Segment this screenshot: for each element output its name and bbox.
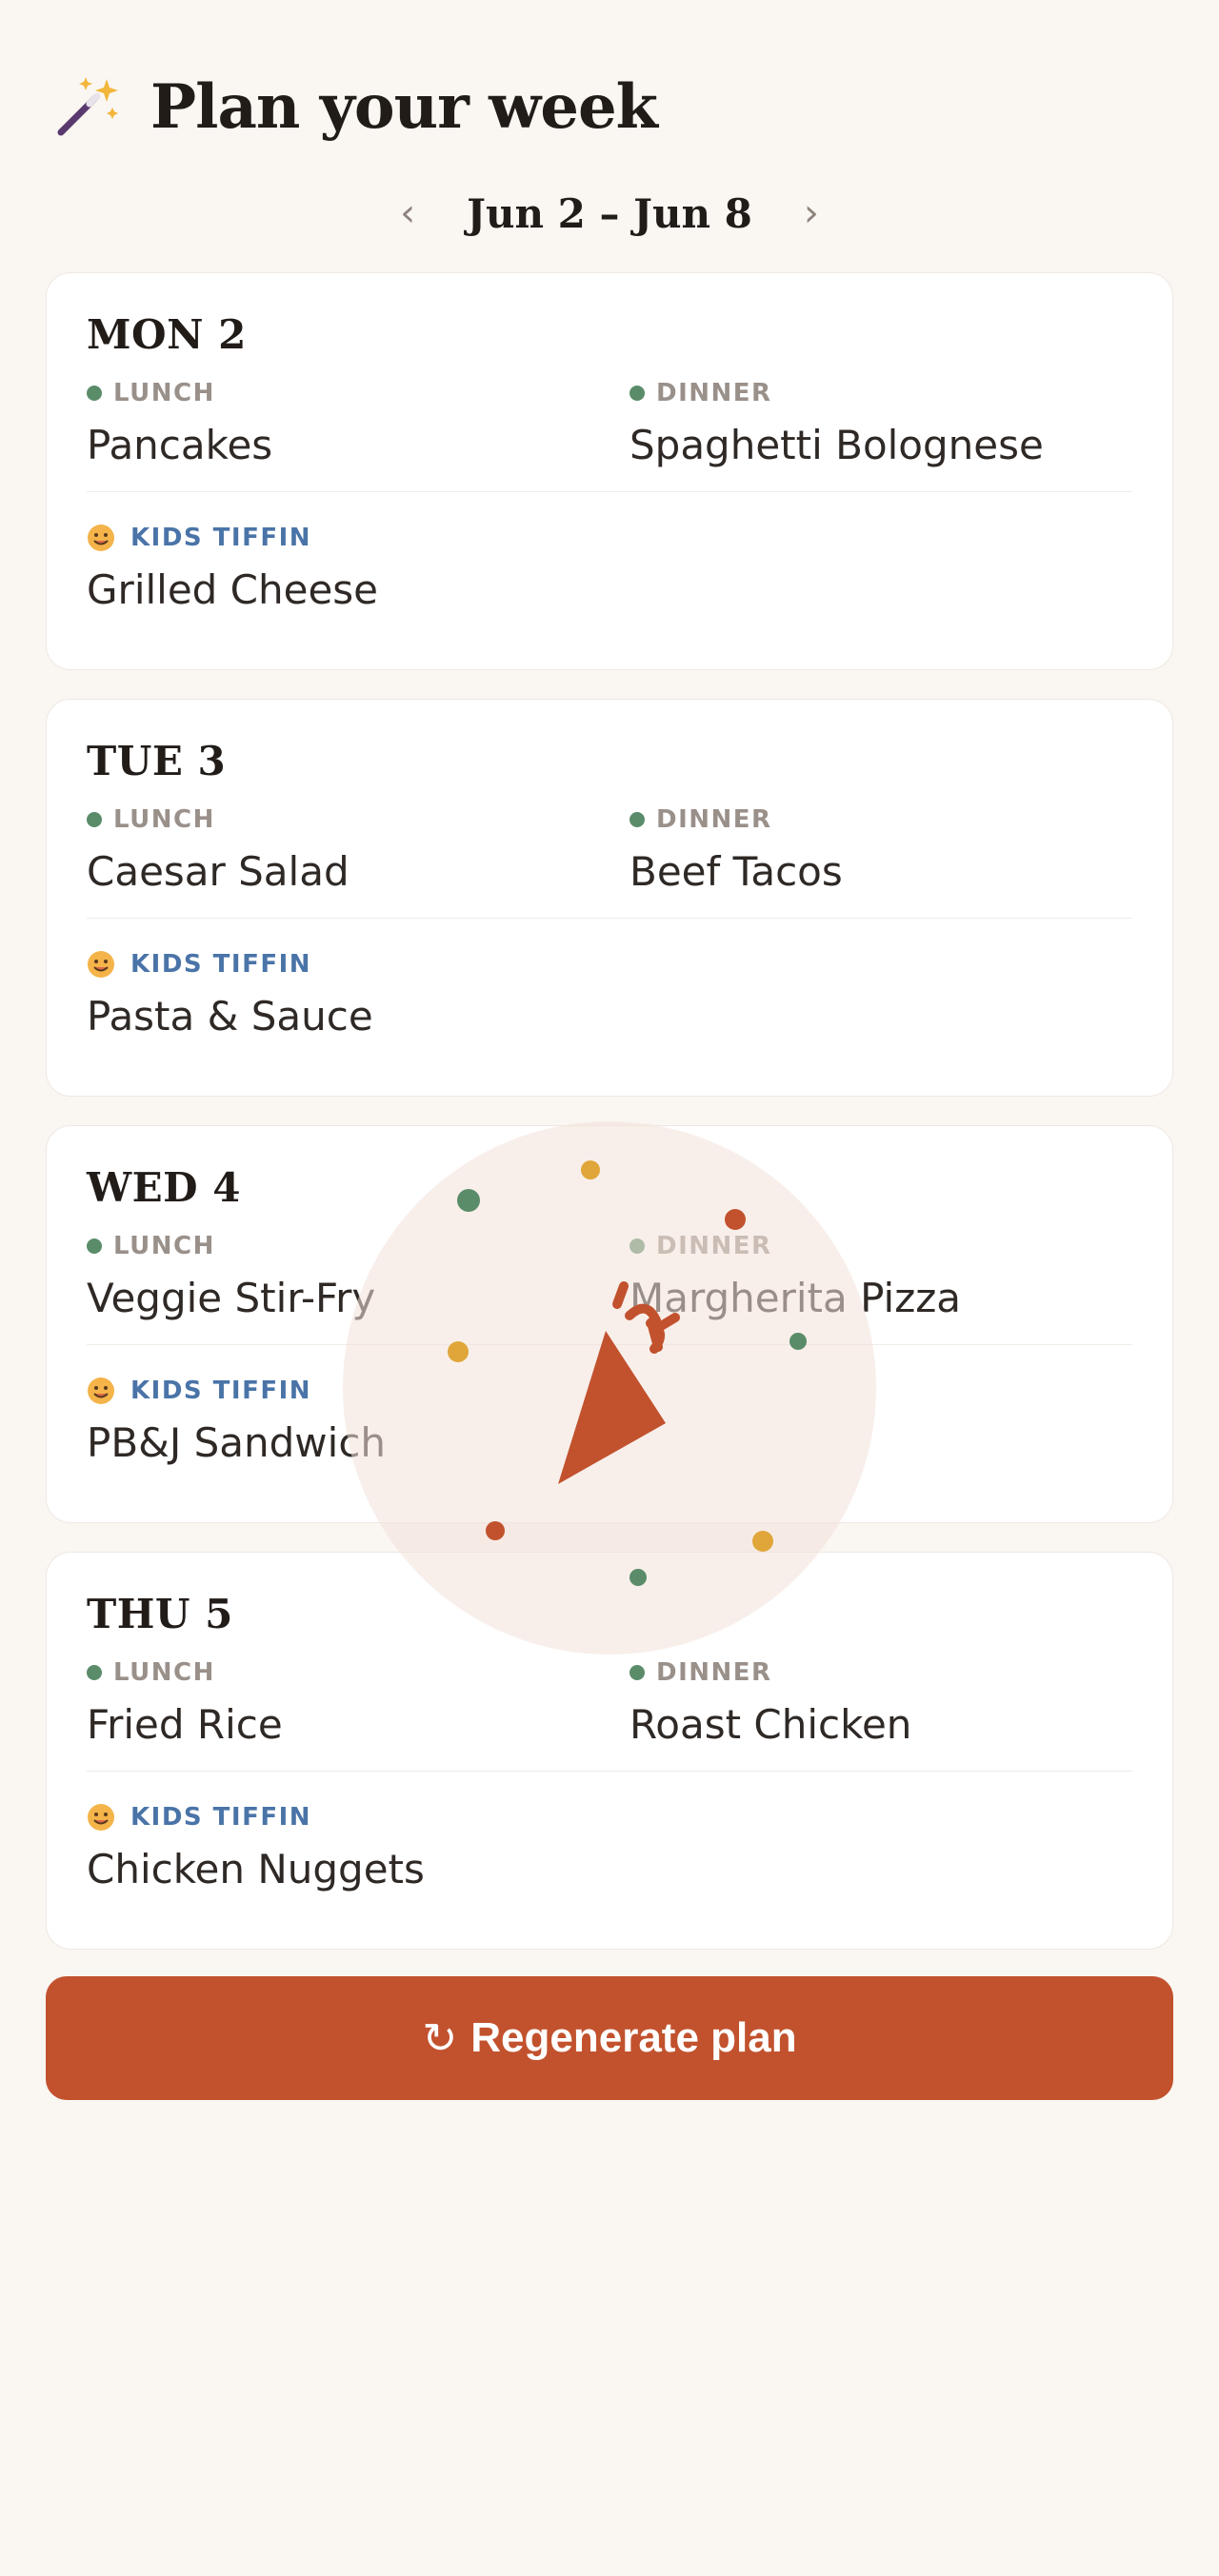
lunch-value: Caesar Salad — [87, 848, 350, 895]
page-title: Plan your week — [150, 70, 658, 143]
dinner-label-text: DINNER — [656, 379, 772, 407]
lunch-dot-icon — [87, 1665, 102, 1680]
lunch-label-text: LUNCH — [113, 1232, 215, 1260]
day-card: TUE 3 LUNCH Caesar Salad DINNER Beef Tac… — [46, 699, 1173, 1097]
smiley-face-icon — [88, 1377, 114, 1404]
lunch-dot-icon — [87, 1238, 102, 1254]
week-range: Jun 2 – Jun 8 — [467, 189, 752, 237]
page: Plan your week ‹ Jun 2 – Jun 8 › MON 2 L… — [0, 50, 1219, 2100]
dinner-dot-icon — [629, 386, 645, 401]
dinner-slot[interactable]: DINNER Roast Chicken — [629, 1655, 911, 1748]
kids-tiffin-slot[interactable]: KIDS TIFFIN Grilled Cheese — [87, 521, 1132, 613]
meals-row: LUNCH Veggie Stir-Fry DINNER Margherita … — [87, 1229, 1132, 1345]
day-title: THU 5 — [87, 1591, 233, 1637]
kids-tiffin-label: KIDS TIFFIN — [87, 521, 1132, 555]
lunch-value: Veggie Stir-Fry — [87, 1275, 376, 1321]
kids-tiffin-slot[interactable]: KIDS TIFFIN Pasta & Sauce — [87, 947, 1132, 1040]
week-navigator: ‹ Jun 2 – Jun 8 › — [46, 175, 1173, 251]
regenerate-plan-label: Regenerate plan — [470, 2014, 797, 2061]
day-title: TUE 3 — [87, 738, 227, 784]
lunch-label-text: LUNCH — [113, 805, 215, 834]
dinner-dot-icon — [629, 812, 645, 827]
lunch-label: LUNCH — [87, 1655, 629, 1690]
previous-week-button[interactable]: ‹ — [379, 194, 436, 232]
dinner-label: DINNER — [629, 376, 1044, 410]
meals-row: LUNCH Caesar Salad DINNER Beef Tacos — [87, 803, 1132, 919]
kids-tiffin-label: KIDS TIFFIN — [87, 1800, 1132, 1834]
dinner-label-text: DINNER — [656, 1658, 772, 1687]
day-card: MON 2 LUNCH Pancakes DINNER Spaghetti Bo… — [46, 272, 1173, 670]
dinner-slot[interactable]: DINNER Margherita Pizza — [629, 1229, 961, 1321]
day-title: WED 4 — [87, 1164, 241, 1211]
dinner-label: DINNER — [629, 1655, 911, 1690]
dinner-slot[interactable]: DINNER Spaghetti Bolognese — [629, 376, 1044, 468]
kids-tiffin-label: KIDS TIFFIN — [87, 947, 1132, 981]
kids-tiffin-value: Chicken Nuggets — [87, 1846, 425, 1892]
dinner-label-text: DINNER — [656, 805, 772, 834]
lunch-value: Fried Rice — [87, 1701, 283, 1748]
lunch-label-text: LUNCH — [113, 1658, 215, 1687]
header: Plan your week — [46, 50, 1173, 164]
kids-tiffin-label-text: KIDS TIFFIN — [130, 1377, 312, 1405]
regenerate-plan-button[interactable]: ↻ Regenerate plan — [46, 1976, 1173, 2100]
lunch-label: LUNCH — [87, 1229, 629, 1263]
lunch-slot[interactable]: LUNCH Pancakes — [87, 376, 629, 468]
day-card: THU 5 LUNCH Fried Rice DINNER Roast Chic… — [46, 1552, 1173, 1950]
dinner-dot-icon — [629, 1238, 645, 1254]
lunch-label: LUNCH — [87, 803, 629, 837]
lunch-slot[interactable]: LUNCH Fried Rice — [87, 1655, 629, 1748]
dinner-value: Roast Chicken — [629, 1701, 912, 1748]
kids-tiffin-slot[interactable]: KIDS TIFFIN Chicken Nuggets — [87, 1800, 1132, 1892]
lunch-label-text: LUNCH — [113, 379, 215, 407]
dinner-value: Margherita Pizza — [629, 1275, 962, 1321]
magic-wand-icon — [57, 77, 118, 136]
smiley-face-icon — [88, 1804, 114, 1831]
meals-row: LUNCH Fried Rice DINNER Roast Chicken — [87, 1655, 1132, 1772]
meals-row: LUNCH Pancakes DINNER Spaghetti Bolognes… — [87, 376, 1132, 492]
lunch-dot-icon — [87, 386, 102, 401]
lunch-value: Pancakes — [87, 422, 273, 468]
dinner-label: DINNER — [629, 1229, 961, 1263]
dinner-dot-icon — [629, 1665, 645, 1680]
kids-tiffin-value: Pasta & Sauce — [87, 993, 373, 1040]
day-title: MON 2 — [87, 311, 247, 358]
refresh-icon: ↻ — [422, 2014, 458, 2062]
kids-tiffin-label-text: KIDS TIFFIN — [130, 950, 312, 979]
lunch-slot[interactable]: LUNCH Caesar Salad — [87, 803, 629, 895]
kids-tiffin-label-text: KIDS TIFFIN — [130, 524, 312, 552]
lunch-slot[interactable]: LUNCH Veggie Stir-Fry — [87, 1229, 629, 1321]
dinner-label-text: DINNER — [656, 1232, 772, 1260]
dinner-label: DINNER — [629, 803, 843, 837]
smiley-face-icon — [88, 951, 114, 978]
dinner-slot[interactable]: DINNER Beef Tacos — [629, 803, 843, 895]
dinner-value: Beef Tacos — [629, 848, 843, 895]
smiley-face-icon — [88, 525, 114, 551]
dinner-value: Spaghetti Bolognese — [629, 422, 1044, 468]
kids-tiffin-label-text: KIDS TIFFIN — [130, 1803, 312, 1832]
day-card: WED 4 LUNCH Veggie Stir-Fry DINNER Margh… — [46, 1125, 1173, 1523]
kids-tiffin-value: PB&J Sandwich — [87, 1419, 387, 1466]
lunch-label: LUNCH — [87, 376, 629, 410]
kids-tiffin-slot[interactable]: KIDS TIFFIN PB&J Sandwich — [87, 1374, 1132, 1466]
lunch-dot-icon — [87, 812, 102, 827]
next-week-button[interactable]: › — [783, 194, 840, 232]
kids-tiffin-value: Grilled Cheese — [87, 566, 379, 613]
kids-tiffin-label: KIDS TIFFIN — [87, 1374, 1132, 1408]
